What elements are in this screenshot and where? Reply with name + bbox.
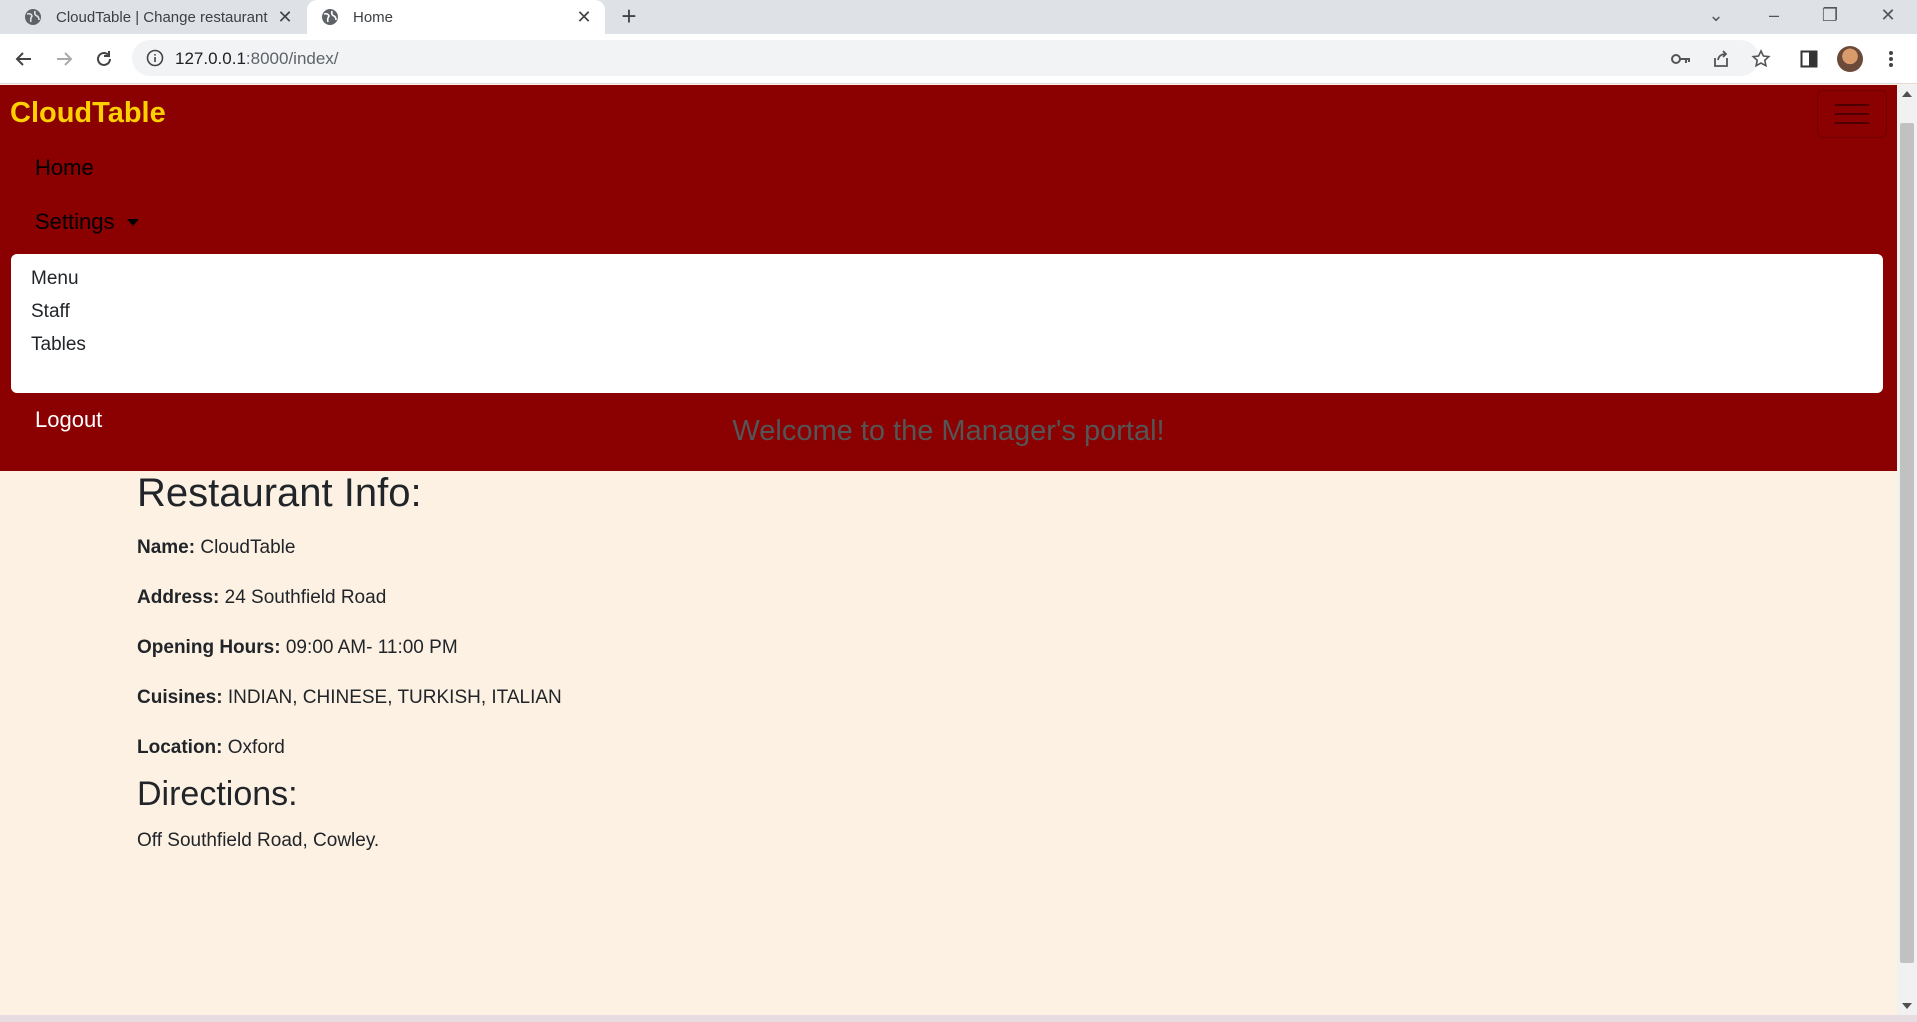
- settings-dropdown-menu: Menu Staff Tables: [11, 254, 1883, 393]
- info-value: Oxford: [227, 737, 285, 758]
- restaurant-info-heading: Restaurant Info:: [137, 471, 422, 515]
- profile-avatar[interactable]: [1837, 46, 1863, 72]
- hamburger-line: [1835, 113, 1869, 115]
- share-icon[interactable]: [1709, 48, 1733, 70]
- close-window-icon[interactable]: ✕: [1864, 0, 1912, 30]
- info-label: Cuisines:: [137, 687, 223, 708]
- site-info-icon[interactable]: [146, 49, 164, 67]
- address-bar[interactable]: 127.0.0.1:8000/index/: [132, 40, 1759, 76]
- tab-search-icon[interactable]: ⌄: [1692, 0, 1740, 30]
- dropdown-item-menu[interactable]: Menu: [31, 268, 79, 290]
- browser-tab-home[interactable]: Home ✕: [307, 0, 605, 34]
- close-tab-icon[interactable]: ✕: [571, 4, 597, 30]
- info-value: CloudTable: [200, 537, 296, 558]
- nav-link-settings[interactable]: Settings: [35, 209, 139, 235]
- hamburger-line: [1835, 104, 1869, 106]
- close-tab-icon[interactable]: ✕: [272, 4, 298, 30]
- site-navbar: CloudTable Home Settings Menu Staff Tabl…: [0, 85, 1897, 471]
- info-label: Opening Hours:: [137, 637, 281, 658]
- hamburger-line: [1835, 122, 1869, 124]
- tab-label: CloudTable | Change restaurant |: [56, 8, 272, 26]
- info-value: 09:00 AM- 11:00 PM: [285, 637, 458, 658]
- new-tab-button[interactable]: +: [615, 3, 643, 29]
- globe-icon: [25, 9, 41, 25]
- navbar-toggler-button[interactable]: [1817, 90, 1887, 138]
- bookmark-star-icon[interactable]: [1749, 48, 1773, 70]
- settings-label: Settings: [35, 209, 115, 234]
- more-menu-icon[interactable]: [1879, 48, 1903, 70]
- info-row-address: Address: 24 Southfield Road: [137, 587, 386, 609]
- browser-tab-change-restaurant[interactable]: CloudTable | Change restaurant | ✕: [10, 0, 306, 34]
- url-host: 127.0.0.1: [175, 49, 246, 68]
- restore-icon[interactable]: ❐: [1806, 0, 1854, 30]
- caret-down-icon: [126, 218, 139, 226]
- info-row-opening-hours: Opening Hours: 09:00 AM- 11:00 PM: [137, 637, 458, 659]
- url-text: 127.0.0.1:8000/index/: [175, 49, 339, 69]
- minimize-icon[interactable]: –: [1750, 0, 1798, 30]
- info-label: Address:: [137, 587, 220, 608]
- url-path: :8000/index/: [245, 49, 339, 68]
- nav-link-home[interactable]: Home: [35, 155, 94, 181]
- dropdown-item-staff[interactable]: Staff: [31, 301, 70, 323]
- taskbar-edge: [0, 1015, 1917, 1022]
- forward-icon[interactable]: [49, 44, 79, 74]
- scroll-down-arrow-icon[interactable]: [1902, 1003, 1912, 1009]
- tab-label: Home: [353, 8, 394, 26]
- welcome-message: Welcome to the Manager's portal!: [732, 415, 1165, 447]
- brand-logo[interactable]: CloudTable: [10, 97, 166, 130]
- dropdown-item-tables[interactable]: Tables: [31, 334, 86, 356]
- info-row-cuisines: Cuisines: INDIAN, CHINESE, TURKISH, ITAL…: [137, 687, 562, 709]
- scroll-up-arrow-icon[interactable]: [1902, 91, 1912, 97]
- info-label: Location:: [137, 737, 223, 758]
- scrollbar-thumb[interactable]: [1900, 123, 1914, 963]
- info-row-name: Name: CloudTable: [137, 537, 295, 559]
- directions-text: Off Southfield Road, Cowley.: [137, 830, 380, 851]
- browser-toolbar: 127.0.0.1:8000/index/: [0, 34, 1917, 84]
- directions-heading: Directions:: [137, 775, 298, 813]
- page-viewport: CloudTable Home Settings Menu Staff Tabl…: [0, 85, 1897, 1015]
- side-panel-icon[interactable]: [1797, 48, 1821, 70]
- info-value: INDIAN, CHINESE, TURKISH, ITALIAN: [227, 687, 562, 708]
- page-scrollbar[interactable]: [1897, 85, 1917, 1015]
- key-icon[interactable]: [1669, 48, 1693, 70]
- reload-icon[interactable]: [89, 44, 119, 74]
- tab-strip: CloudTable | Change restaurant | ✕ Home …: [0, 0, 1917, 34]
- info-label: Name:: [137, 537, 196, 558]
- back-icon[interactable]: [9, 44, 39, 74]
- globe-icon: [322, 9, 338, 25]
- info-row-location: Location: Oxford: [137, 737, 285, 759]
- info-value: 24 Southfield Road: [224, 587, 387, 608]
